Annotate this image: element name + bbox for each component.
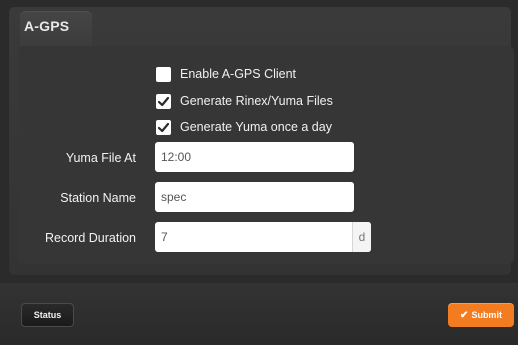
submit-button-label: Submit [471, 310, 502, 320]
checkmark-icon [157, 96, 170, 106]
record-duration-input[interactable]: 7 d [155, 222, 371, 252]
enable-agps-client-checkbox[interactable] [156, 66, 171, 82]
generate-rinex-yuma-option[interactable]: Generate Rinex/Yuma Files [156, 93, 333, 109]
checkmark-icon [157, 122, 170, 132]
footer-bar [0, 283, 518, 345]
panel-title: A-GPS [24, 18, 70, 34]
status-button-label: Status [33, 310, 62, 320]
record-duration-value: 7 [161, 230, 168, 244]
yuma-file-at-input[interactable]: 12:00 [155, 142, 354, 172]
station-name-label: Station Name [60, 191, 136, 205]
status-button[interactable]: Status [21, 303, 74, 327]
checkmark-icon: ✔ [460, 309, 469, 321]
generate-rinex-yuma-checkbox[interactable] [156, 93, 171, 109]
record-duration-label: Record Duration [44, 231, 136, 245]
generate-rinex-yuma-label: Generate Rinex/Yuma Files [180, 94, 333, 108]
submit-button[interactable]: ✔ Submit [448, 303, 514, 327]
station-name-value: spec [161, 190, 187, 204]
yuma-file-at-value: 12:00 [161, 150, 192, 164]
station-name-input[interactable]: spec [155, 182, 354, 212]
record-duration-unit: d [352, 222, 371, 252]
enable-agps-client-label: Enable A-GPS Client [180, 67, 297, 81]
generate-yuma-daily-label: Generate Yuma once a day [180, 120, 332, 134]
generate-yuma-daily-option[interactable]: Generate Yuma once a day [156, 119, 332, 135]
yuma-file-at-label: Yuma File At [65, 151, 136, 165]
enable-agps-client-option[interactable]: Enable A-GPS Client [156, 66, 296, 82]
agps-settings-screen: A-GPS Enable A-GPS Client Generate Rinex… [0, 0, 518, 345]
generate-yuma-daily-checkbox[interactable] [156, 119, 171, 135]
